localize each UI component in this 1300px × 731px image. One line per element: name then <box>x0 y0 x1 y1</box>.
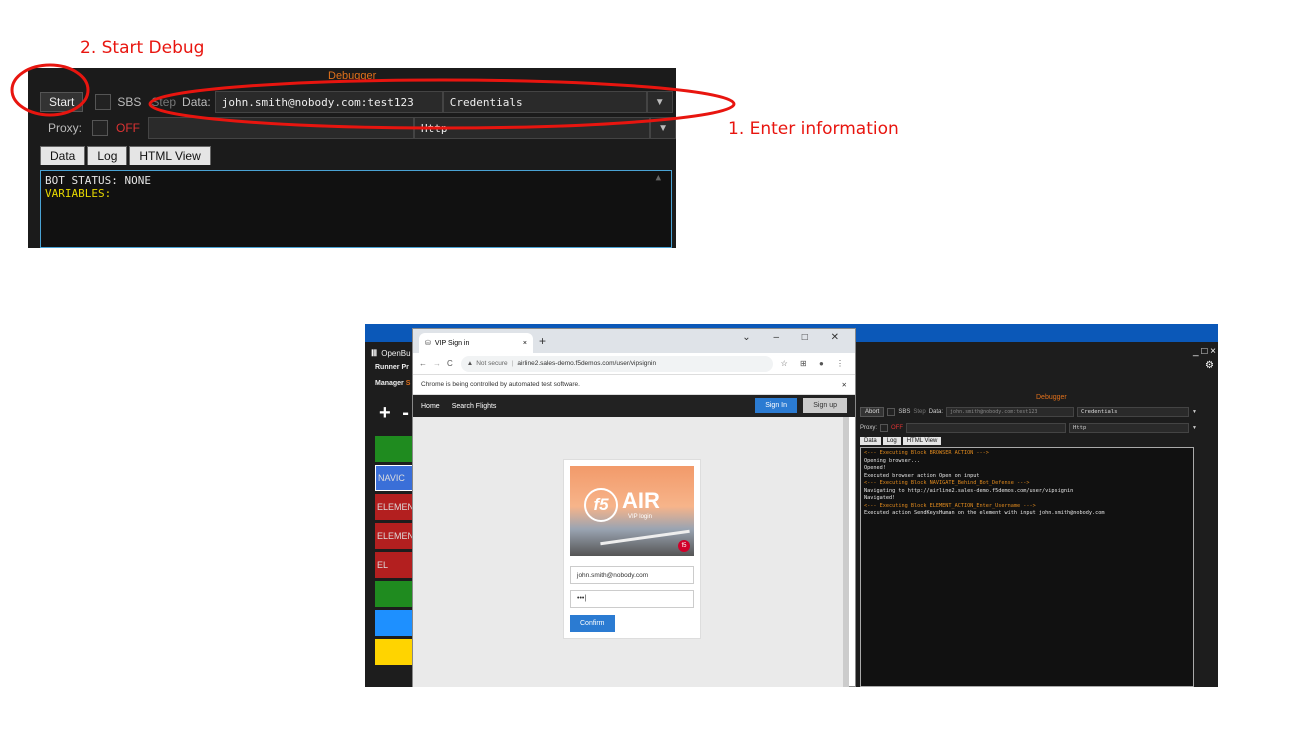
right-tab-data[interactable]: Data <box>860 437 881 445</box>
browser-tab[interactable]: ⛁ VIP Sign in × <box>419 333 533 353</box>
right-tab-html-view[interactable]: HTML View <box>902 437 942 445</box>
block-item[interactable]: EL <box>375 552 413 578</box>
right-proxy-input[interactable] <box>906 423 1067 433</box>
confirm-button[interactable]: Confirm <box>570 615 615 632</box>
menu-runner[interactable]: Runner <box>375 364 400 371</box>
sign-up-button[interactable]: Sign up <box>803 398 847 413</box>
right-data-label: Data: <box>928 409 944 415</box>
block-item[interactable] <box>375 436 413 462</box>
nav-home[interactable]: Home <box>421 403 440 410</box>
block-item[interactable]: ELEMEN <box>375 523 413 549</box>
url-text: airline2.sales-demo.f5demos.com/user/vip… <box>517 360 657 367</box>
new-tab-button[interactable]: + <box>539 334 546 348</box>
block-item[interactable] <box>375 639 413 665</box>
right-window-controls[interactable]: _ □ × <box>1193 346 1216 357</box>
tab-close-icon[interactable]: × <box>523 340 527 347</box>
right-tab-log[interactable]: Log <box>882 437 901 445</box>
add-block-button[interactable]: + <box>379 402 391 424</box>
not-secure-label: Not secure <box>476 360 508 367</box>
menu-pr[interactable]: Pr <box>401 364 408 371</box>
logo-badge: f5 <box>584 488 618 522</box>
block-item[interactable]: NAVIC <box>375 465 413 491</box>
log-line: Executed action SendKeysHuman on the ele… <box>864 510 1105 516</box>
right-proxy-checkbox[interactable] <box>880 424 889 432</box>
start-highlight-ellipse <box>10 63 90 117</box>
warning-icon: ▲ <box>466 360 474 367</box>
log-line: <--- Executing Block BROWSER ACTION ---> <box>864 450 989 456</box>
forward-icon[interactable]: → <box>433 359 441 368</box>
tab-title: VIP Sign in <box>434 339 470 347</box>
log-output: <--- Executing Block BROWSER ACTION --->… <box>860 447 1194 687</box>
right-sbs-label: SBS <box>898 409 911 415</box>
right-proxy-label: Proxy: <box>860 425 878 431</box>
chevron-down-icon[interactable]: ▼ <box>1192 409 1197 415</box>
block-item[interactable] <box>375 610 413 636</box>
tab-favicon-icon: ⛁ <box>425 340 431 347</box>
log-line: Navigating to http://airline2.sales-demo… <box>864 487 1074 494</box>
log-line: Opening browser... <box>864 457 921 464</box>
browser-scrollbar[interactable] <box>843 417 849 687</box>
annotation-overlay <box>10 63 736 130</box>
app-logo-icon: Ⅲ <box>371 348 378 358</box>
abort-button[interactable]: Abort <box>860 407 885 417</box>
log-line: Executed browser action Open on input <box>864 472 980 479</box>
toolbar-icons[interactable]: ☆ ⊞ ● ⋮ <box>781 359 849 368</box>
right-step-button[interactable]: Step <box>913 409 925 415</box>
log-line: <--- Executing Block ELEMENT_ACTION_Ente… <box>864 502 1036 509</box>
f5-air-logo: f5 AIR VIP login f5 <box>570 466 694 556</box>
logo-text: AIR <box>622 488 660 513</box>
sign-in-button[interactable]: Sign In <box>755 398 797 413</box>
nav-search-flights[interactable]: Search Flights <box>452 403 497 410</box>
menu-s[interactable]: S <box>406 380 411 387</box>
right-gear-icon[interactable]: ⚙ <box>1205 360 1214 371</box>
log-line: Navigated! <box>864 495 896 501</box>
right-proxy-type[interactable]: Http <box>1069 423 1190 433</box>
right-debugger-panel: _ □ × ⚙ Debugger Abort SBS Step Data: jo… <box>856 342 1218 687</box>
back-icon[interactable]: ← <box>419 359 427 368</box>
menu-manager[interactable]: Manager <box>375 380 404 387</box>
password-input[interactable]: •••| <box>570 590 694 608</box>
right-sbs-checkbox[interactable] <box>887 408 896 416</box>
log-line: Opened! <box>864 465 886 471</box>
block-item[interactable]: ELEMEN <box>375 494 413 520</box>
browser-window: ⛁ VIP Sign in × + ⌄ – □ ✕ ← → C ▲ Not se… <box>412 328 856 687</box>
reload-icon[interactable]: C <box>447 359 453 368</box>
right-proxy-state: OFF <box>891 425 904 431</box>
chevron-down-icon[interactable]: ▼ <box>1192 425 1197 431</box>
close-notice-icon[interactable]: ✕ <box>842 381 847 389</box>
f5-badge-icon: f5 <box>678 540 690 552</box>
window-controls[interactable]: ⌄ – □ ✕ <box>742 332 849 343</box>
login-card: f5 AIR VIP login f5 john.smith@nobody.co… <box>563 459 701 639</box>
address-bar[interactable]: ▲ Not secure | airline2.sales-demo.f5dem… <box>460 355 773 372</box>
plane-wing-icon <box>600 529 690 546</box>
data-highlight-ellipse <box>148 78 736 130</box>
desktop-screenshot: Ⅲ OpenBu Runner Pr Manager S + - NAVIC EL… <box>365 324 1218 687</box>
automation-notice: Chrome is being controlled by automated … <box>421 381 580 388</box>
right-debugger-title: Debugger <box>1036 394 1067 401</box>
logo-subtitle: VIP login <box>628 514 652 520</box>
openbullet-window: Ⅲ OpenBu Runner Pr Manager S + - NAVIC EL… <box>365 342 413 687</box>
block-item[interactable] <box>375 581 413 607</box>
app-title: OpenBu <box>381 349 411 358</box>
right-type-select[interactable]: Credentials <box>1077 407 1190 417</box>
log-line: <--- Executing Block NAVIGATE_Behind_Bot… <box>864 480 1030 486</box>
username-input[interactable]: john.smith@nobody.com <box>570 566 694 584</box>
right-data-input[interactable]: john.smith@nobody.com:test123 <box>946 407 1075 417</box>
remove-block-button[interactable]: - <box>402 402 409 424</box>
